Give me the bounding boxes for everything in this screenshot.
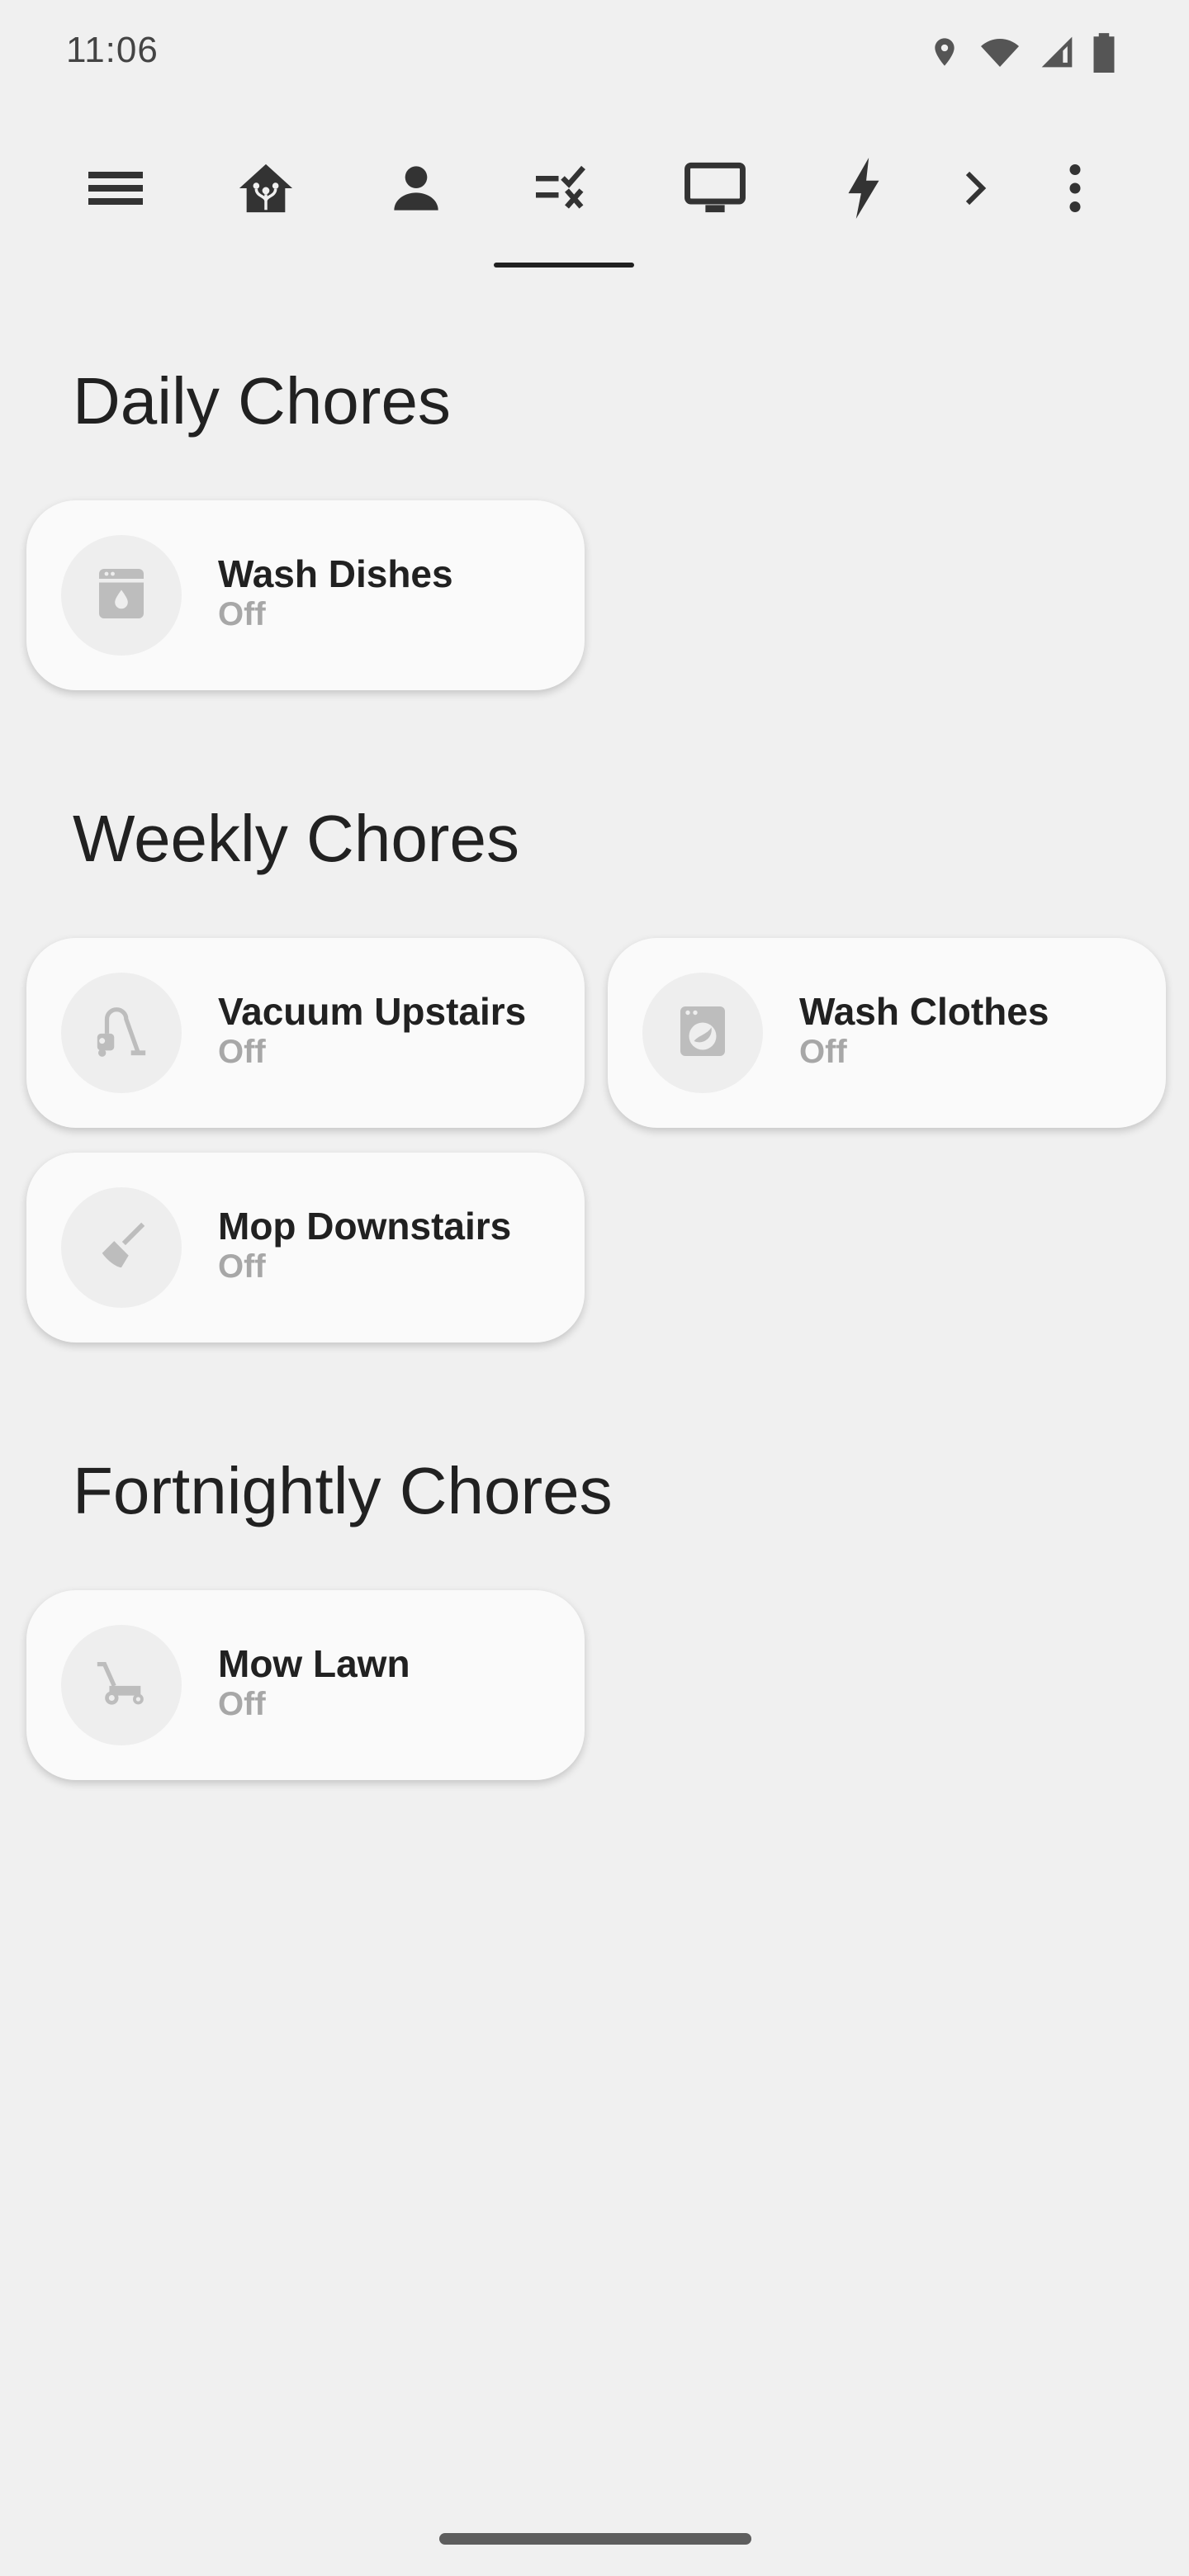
scroll-tabs-button[interactable] xyxy=(950,140,999,239)
chevron-right-icon xyxy=(960,168,988,212)
signal-icon xyxy=(1039,32,1075,72)
card-name: Wash Dishes xyxy=(218,552,453,595)
active-tab-indicator xyxy=(494,263,634,268)
card-state: Off xyxy=(218,596,266,632)
menu-button[interactable] xyxy=(79,140,152,239)
entity-card-wash-clothes[interactable]: Wash Clothes Off xyxy=(608,938,1166,1128)
tab-energy[interactable] xyxy=(827,140,900,239)
lightning-icon xyxy=(844,157,883,223)
section-title-weekly: Weekly Chores xyxy=(73,802,519,875)
status-icons xyxy=(928,31,1116,73)
top-toolbar xyxy=(0,140,1189,272)
card-state: Off xyxy=(218,1686,266,1722)
vacuum-icon xyxy=(92,1004,150,1063)
chores-icon xyxy=(533,163,596,217)
card-icon-button[interactable] xyxy=(61,1187,182,1308)
card-name: Vacuum Upstairs xyxy=(218,990,527,1033)
washing-machine-icon xyxy=(678,1004,727,1063)
tab-media[interactable] xyxy=(679,140,751,239)
tab-chores[interactable] xyxy=(528,140,601,239)
home-assistant-icon xyxy=(234,159,297,221)
lawn-mower-icon xyxy=(92,1659,150,1712)
entity-card-vacuum-upstairs[interactable]: Vacuum Upstairs Off xyxy=(26,938,585,1128)
gesture-nav-bar[interactable] xyxy=(439,2533,751,2545)
person-icon xyxy=(390,162,443,219)
menu-icon xyxy=(88,168,143,212)
entity-card-wash-dishes[interactable]: Wash Dishes Off xyxy=(26,500,585,690)
card-state: Off xyxy=(218,1248,266,1285)
card-icon-button[interactable] xyxy=(61,535,182,656)
battery-icon xyxy=(1092,31,1116,73)
location-icon xyxy=(928,32,961,72)
tab-person[interactable] xyxy=(380,140,452,239)
card-state: Off xyxy=(218,1034,266,1070)
card-name: Mow Lawn xyxy=(218,1642,410,1685)
dishwasher-icon xyxy=(97,566,146,625)
overflow-menu-button[interactable] xyxy=(1055,140,1095,239)
card-icon-button[interactable] xyxy=(642,973,763,1093)
wifi-icon xyxy=(978,32,1022,72)
tab-home[interactable] xyxy=(230,140,302,239)
entity-card-mop-downstairs[interactable]: Mop Downstairs Off xyxy=(26,1153,585,1342)
card-name: Wash Clothes xyxy=(799,990,1049,1033)
card-icon-button[interactable] xyxy=(61,1625,182,1745)
section-title-fortnightly: Fortnightly Chores xyxy=(73,1454,613,1527)
entity-card-mow-lawn[interactable]: Mow Lawn Off xyxy=(26,1590,585,1780)
more-vert-icon xyxy=(1068,163,1082,217)
card-icon-button[interactable] xyxy=(61,973,182,1093)
tv-icon xyxy=(682,162,748,219)
status-time: 11:06 xyxy=(66,30,159,70)
status-bar: 11:06 xyxy=(0,0,1189,107)
section-title-daily: Daily Chores xyxy=(73,364,451,438)
card-state: Off xyxy=(799,1034,847,1070)
card-name: Mop Downstairs xyxy=(218,1205,512,1248)
broom-icon xyxy=(95,1219,148,1276)
